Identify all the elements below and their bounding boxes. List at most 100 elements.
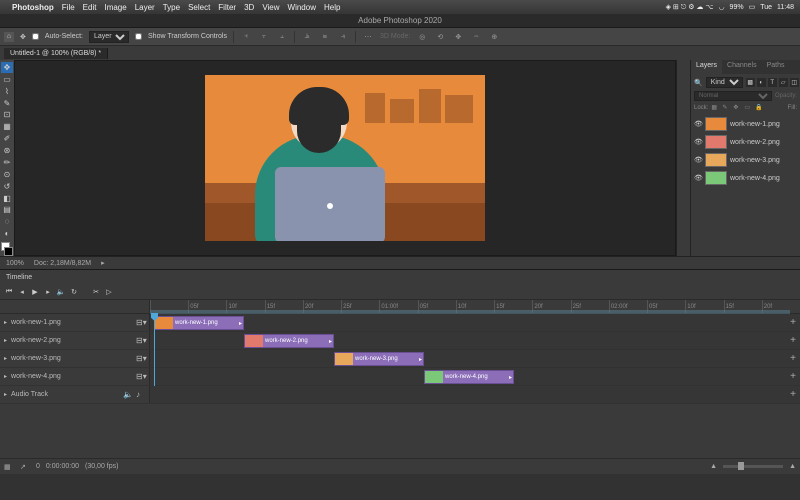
audio-add-icon[interactable]: ♪	[136, 390, 145, 399]
menu-window[interactable]: Window	[288, 3, 316, 12]
filter-shape-icon[interactable]: ▱	[779, 78, 788, 87]
align-bottom-icon[interactable]: ⫣	[337, 31, 349, 43]
blend-mode-dropdown[interactable]: Normal	[694, 91, 772, 101]
audio-mute-icon[interactable]: 🔈	[56, 287, 66, 297]
fps-label[interactable]: (30,00 fps)	[85, 463, 118, 470]
gradient-tool[interactable]: ▤	[1, 205, 13, 216]
add-media-icon[interactable]: +	[790, 353, 796, 364]
track-menu-icon[interactable]: ⊟▾	[136, 318, 145, 327]
layer-thumbnail[interactable]	[705, 135, 727, 149]
dodge-tool[interactable]: ◐	[1, 228, 13, 239]
move-tool[interactable]: ✥	[1, 62, 13, 73]
menu-image[interactable]: Image	[104, 3, 126, 12]
track-menu-icon[interactable]: ⊟▾	[136, 354, 145, 363]
menu-type[interactable]: Type	[163, 3, 180, 12]
status-arrow-icon[interactable]: ▸	[101, 259, 105, 267]
doc-size[interactable]: Doc: 2,18M/8,82M	[34, 260, 91, 267]
clip-menu-icon[interactable]: ▸	[509, 374, 512, 381]
filter-adjust-icon[interactable]: ◐	[757, 78, 766, 87]
menu-filter[interactable]: Filter	[218, 3, 236, 12]
collapsed-panels[interactable]	[676, 60, 690, 256]
auto-select-dropdown[interactable]: Layer	[89, 31, 129, 43]
lock-artboard-icon[interactable]: ▭	[744, 104, 752, 112]
frame-animation-icon[interactable]: ▦	[4, 463, 14, 471]
kind-filter[interactable]: Kind	[706, 77, 743, 88]
canvas-area[interactable]	[14, 60, 676, 256]
menu-file[interactable]: File	[62, 3, 75, 12]
tab-paths[interactable]: Paths	[762, 60, 790, 74]
blur-tool[interactable]: ◌	[1, 216, 13, 227]
loop-icon[interactable]: ↻	[69, 287, 79, 297]
layer-thumbnail[interactable]	[705, 153, 727, 167]
timeline-clip[interactable]: work-new-1.png ▸	[154, 316, 244, 330]
lock-pos-icon[interactable]: ✥	[733, 104, 741, 112]
3d-orbit-icon[interactable]: ◎	[416, 31, 428, 43]
brush-tool[interactable]: ✏	[1, 157, 13, 168]
quick-select-tool[interactable]: ✎	[1, 98, 13, 109]
clip-menu-icon[interactable]: ▸	[329, 338, 332, 345]
add-audio-icon[interactable]: +	[790, 389, 796, 400]
lock-trans-icon[interactable]: ▦	[711, 104, 719, 112]
clip-menu-icon[interactable]: ▸	[239, 320, 242, 327]
eyedropper-tool[interactable]: ✐	[1, 133, 13, 144]
color-swatches[interactable]	[1, 242, 13, 256]
track-expand-icon[interactable]: ▸	[4, 319, 7, 326]
timeline-zoom-slider[interactable]	[723, 465, 783, 468]
visibility-icon[interactable]: 👁	[694, 156, 702, 164]
clip-menu-icon[interactable]: ▸	[419, 356, 422, 363]
lasso-tool[interactable]: ⌇	[1, 86, 13, 97]
add-media-icon[interactable]: +	[790, 317, 796, 328]
canvas[interactable]	[205, 75, 485, 241]
align-left-icon[interactable]: ⫞	[240, 31, 252, 43]
document-tab[interactable]: Untitled-1 @ 100% (RGB/8) *	[4, 48, 108, 59]
next-frame-icon[interactable]: ▸	[43, 287, 53, 297]
transition-icon[interactable]: ▷	[104, 287, 114, 297]
menu-view[interactable]: View	[262, 3, 279, 12]
3d-slide-icon[interactable]: ⇔	[470, 31, 482, 43]
align-top-icon[interactable]: ⫡	[301, 31, 313, 43]
healing-tool[interactable]: ⊛	[1, 145, 13, 156]
marquee-tool[interactable]: ▭	[1, 74, 13, 85]
audio-speaker-icon[interactable]: 🔈	[123, 390, 132, 399]
app-name[interactable]: Photoshop	[12, 3, 54, 12]
current-time[interactable]: 0:00:00:00	[46, 463, 79, 470]
play-icon[interactable]: ▶	[30, 287, 40, 297]
add-media-icon[interactable]: +	[790, 371, 796, 382]
menu-3d[interactable]: 3D	[244, 3, 254, 12]
visibility-icon[interactable]: 👁	[694, 174, 702, 182]
lock-all-icon[interactable]: 🔒	[755, 104, 763, 112]
lock-pixels-icon[interactable]: ✎	[722, 104, 730, 112]
layer-thumbnail[interactable]	[705, 117, 727, 131]
align-middle-icon[interactable]: ⫢	[319, 31, 331, 43]
layer-item[interactable]: 👁 work-new-1.png	[694, 115, 797, 133]
timeline-clip[interactable]: work-new-4.png ▸	[424, 370, 514, 384]
layer-item[interactable]: 👁 work-new-3.png	[694, 151, 797, 169]
stamp-tool[interactable]: ⊙	[1, 169, 13, 180]
align-right-icon[interactable]: ⫠	[276, 31, 288, 43]
3d-roll-icon[interactable]: ⟲	[434, 31, 446, 43]
timeline-tab[interactable]: Timeline	[0, 272, 38, 283]
track-menu-icon[interactable]: ⊟▾	[136, 336, 145, 345]
frame-tool[interactable]: ▦	[1, 121, 13, 132]
menu-help[interactable]: Help	[324, 3, 340, 12]
prev-frame-icon[interactable]: ◂	[17, 287, 27, 297]
add-media-icon[interactable]: +	[790, 335, 796, 346]
zoom-level[interactable]: 100%	[6, 260, 24, 267]
distribute-icon[interactable]: ⋯	[362, 31, 374, 43]
filter-smart-icon[interactable]: ◫	[790, 78, 799, 87]
show-transform-checkbox[interactable]	[135, 33, 142, 40]
filter-type-icon[interactable]: T	[768, 78, 777, 87]
menu-select[interactable]: Select	[188, 3, 210, 12]
filter-pixel-icon[interactable]: ▩	[746, 78, 755, 87]
visibility-icon[interactable]: 👁	[694, 138, 702, 146]
track-expand-icon[interactable]: ▸	[4, 355, 7, 362]
zoom-out-icon[interactable]: ▲	[710, 463, 717, 470]
3d-zoom-icon[interactable]: ⊕	[488, 31, 500, 43]
track-expand-icon[interactable]: ▸	[4, 373, 7, 380]
playhead[interactable]	[154, 314, 155, 386]
track-expand-icon[interactable]: ▸	[4, 337, 7, 344]
crop-tool[interactable]: ⊡	[1, 110, 13, 121]
visibility-icon[interactable]: 👁	[694, 120, 702, 128]
timeline-clip[interactable]: work-new-3.png ▸	[334, 352, 424, 366]
zoom-in-icon[interactable]: ▲	[789, 463, 796, 470]
